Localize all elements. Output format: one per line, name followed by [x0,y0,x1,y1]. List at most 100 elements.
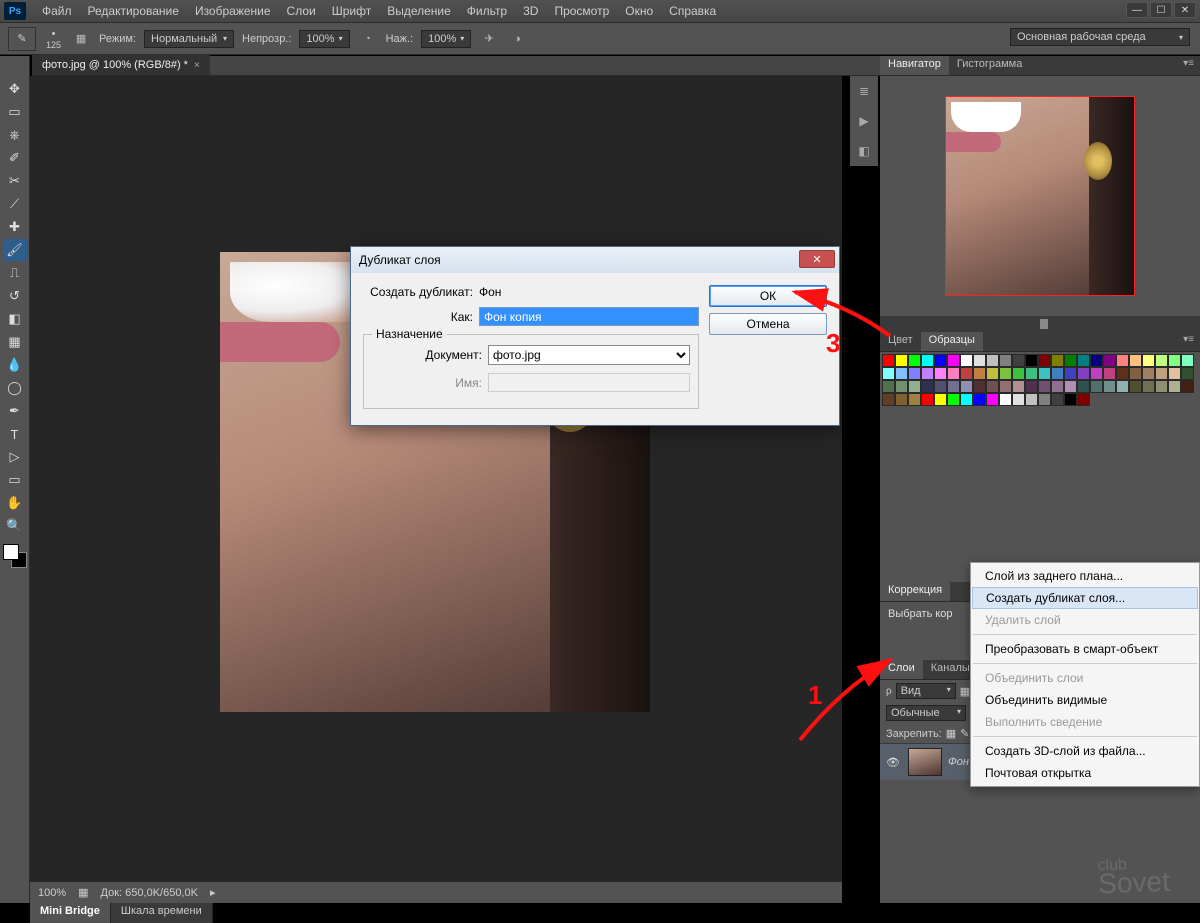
swatch[interactable] [1025,380,1038,393]
swatch[interactable] [1038,393,1051,406]
swatch[interactable] [947,367,960,380]
gradient-tool[interactable]: ▦ [3,331,27,353]
brush-panel-icon[interactable]: ▦ [71,29,91,49]
swatch[interactable] [1129,367,1142,380]
menu-справка[interactable]: Справка [661,2,724,20]
swatch[interactable] [895,367,908,380]
swatch[interactable] [986,393,999,406]
ctx-item[interactable]: Преобразовать в смарт-объект [971,638,1199,660]
swatch[interactable] [908,367,921,380]
swatch[interactable] [1077,354,1090,367]
swatch[interactable] [934,380,947,393]
swatch[interactable] [1012,380,1025,393]
swatch[interactable] [1077,380,1090,393]
swatches-tab[interactable]: Образцы [921,332,983,351]
swatch[interactable] [1142,354,1155,367]
healing-tool[interactable]: ✚ [3,216,27,238]
swatch[interactable] [1090,380,1103,393]
swatch[interactable] [1155,354,1168,367]
eraser-tool[interactable]: ◧ [3,308,27,330]
swatch[interactable] [1181,380,1194,393]
ok-button[interactable]: ОК [709,285,827,307]
swatch[interactable] [986,367,999,380]
stamp-tool[interactable]: ⎍ [3,262,27,284]
swatch[interactable] [960,393,973,406]
swatch[interactable] [1077,367,1090,380]
color-tab[interactable]: Цвет [880,332,921,351]
swatch[interactable] [882,354,895,367]
cancel-button[interactable]: Отмена [709,313,827,335]
timeline-tab[interactable]: Шкала времени [111,903,213,923]
layers-tab[interactable]: Слои [880,660,923,679]
menu-шрифт[interactable]: Шрифт [324,2,379,20]
swatch[interactable] [934,354,947,367]
swatch[interactable] [973,393,986,406]
swatch[interactable] [908,354,921,367]
swatch[interactable] [1038,380,1051,393]
swatch[interactable] [986,354,999,367]
filter-pixel-icon[interactable]: ▦ [960,685,970,698]
ctx-item[interactable]: Создать дубликат слоя... [972,587,1198,609]
panel-menu-icon[interactable]: ▾≡ [1177,332,1200,351]
menu-окно[interactable]: Окно [617,2,661,20]
opacity-select[interactable]: 100% [299,30,349,48]
layer-thumb[interactable] [908,748,942,776]
swatch[interactable] [1064,367,1077,380]
blur-tool[interactable]: 💧 [3,354,27,376]
blend-mode-layer-select[interactable]: Обычные [886,705,966,721]
swatch[interactable] [1051,393,1064,406]
swatch[interactable] [1116,380,1129,393]
swatch[interactable] [1181,354,1194,367]
pen-tool[interactable]: ✒ [3,400,27,422]
menu-редактирование[interactable]: Редактирование [80,2,187,20]
swatch[interactable] [1103,367,1116,380]
ctx-item[interactable]: Слой из заднего плана... [971,565,1199,587]
swatch[interactable] [895,380,908,393]
swatch[interactable] [934,367,947,380]
dialog-close-button[interactable]: ✕ [799,250,835,268]
menu-фильтр[interactable]: Фильтр [459,2,515,20]
swatch[interactable] [1051,367,1064,380]
swatch[interactable] [1181,367,1194,380]
dodge-tool[interactable]: ◯ [3,377,27,399]
properties-icon[interactable]: ◧ [855,142,873,160]
adjustments-tab[interactable]: Коррекция [880,582,950,601]
document-select[interactable]: фото.jpg [488,345,690,365]
type-tool[interactable]: T [3,423,27,445]
swatch[interactable] [921,380,934,393]
swatch[interactable] [1064,380,1077,393]
quick-select-tool[interactable]: ✐ [3,147,27,169]
swatch[interactable] [908,380,921,393]
minimize-button[interactable]: — [1126,2,1148,18]
navigator-zoom-slider[interactable] [880,316,1200,332]
layer-name-input[interactable] [479,307,699,326]
swatch[interactable] [999,367,1012,380]
histogram-tab[interactable]: Гистограмма [949,56,1031,75]
zoom-value[interactable]: 100% [38,887,66,899]
swatch[interactable] [1025,354,1038,367]
swatch[interactable] [921,393,934,406]
swatch[interactable] [1116,367,1129,380]
layer-name[interactable]: Фон [948,756,969,768]
eyedropper-tool[interactable]: ⟋ [3,193,27,215]
swatch[interactable] [1168,380,1181,393]
swatch[interactable] [1155,367,1168,380]
swatch[interactable] [1038,367,1051,380]
dialog-titlebar[interactable]: Дубликат слоя ✕ [351,247,839,273]
foreground-color[interactable] [3,544,19,560]
brush-preview[interactable]: •125 [46,28,61,50]
swatch[interactable] [1090,367,1103,380]
ctx-item[interactable]: Почтовая открытка [971,762,1199,784]
navigator-thumb[interactable] [945,96,1135,296]
document-tab[interactable]: фото.jpg @ 100% (RGB/8#) * × [32,55,210,75]
swatch[interactable] [999,380,1012,393]
swatch[interactable] [973,380,986,393]
lasso-tool[interactable]: ⎈ [3,124,27,146]
swatch[interactable] [1012,393,1025,406]
swatch[interactable] [1038,354,1051,367]
navigator-tab[interactable]: Навигатор [880,56,949,75]
swatch[interactable] [973,367,986,380]
swatch[interactable] [960,380,973,393]
menu-выделение[interactable]: Выделение [379,2,459,20]
swatch[interactable] [1051,380,1064,393]
